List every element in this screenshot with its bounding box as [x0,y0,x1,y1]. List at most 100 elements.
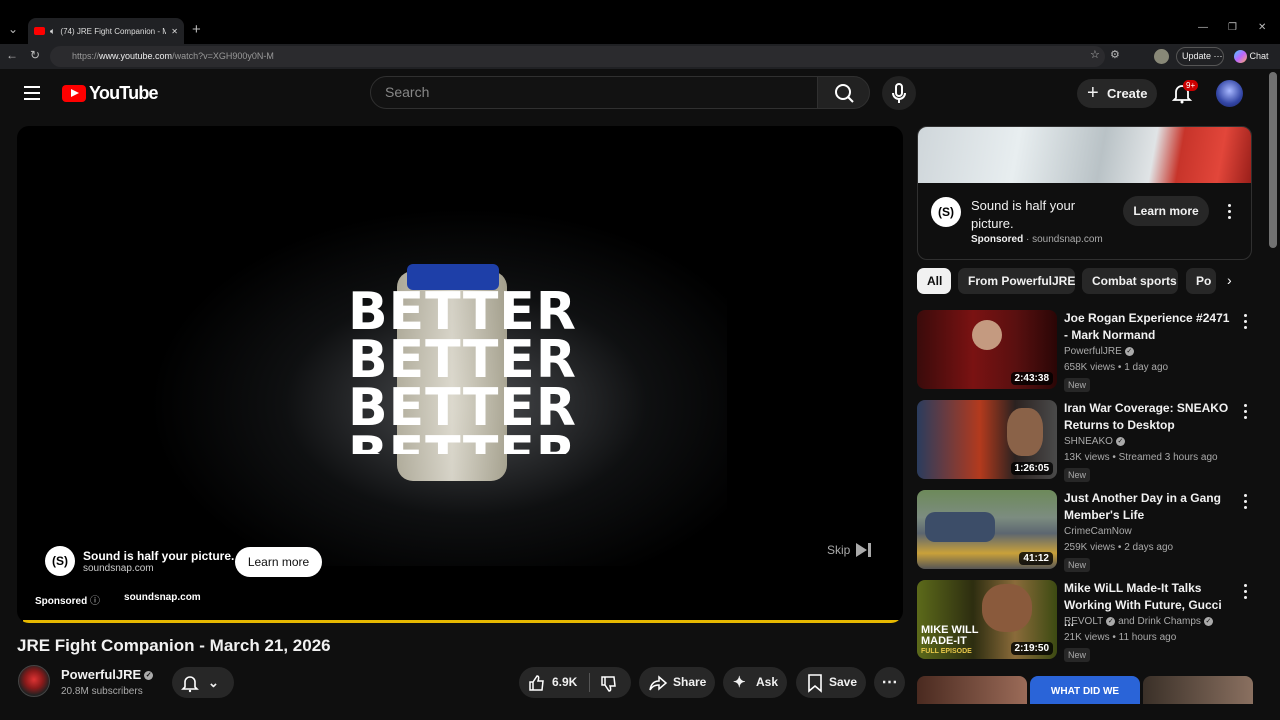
address-bar[interactable]: https://www.youtube.com/watch?v=XGH900y0… [50,46,1105,67]
menu-icon[interactable] [24,86,40,100]
sponsored-domain[interactable]: soundsnap.com [124,592,201,607]
thumbs-down-icon[interactable] [599,674,619,694]
more-horizontal-icon: ⋯ [881,674,898,691]
verified-icon: ✓ [1106,616,1116,626]
car-graphic [925,512,995,542]
skip-next-icon [856,543,872,557]
youtube-logo[interactable]: YouTube [62,83,159,104]
search-placeholder: Search [385,84,430,100]
reload-icon[interactable]: ↻ [30,48,40,62]
more-vertical-icon[interactable] [1244,494,1248,509]
channel-name[interactable]: REVOLT ✓ and Drink Champs ✓ [1064,616,1213,627]
recommendation-item[interactable]: 2:43:38 Joe Rogan Experience #2471 - Mar… [917,310,1257,392]
subscribe-notification-button[interactable]: ⌄ [172,667,234,698]
video-meta: 259K views • 2 days ago [1064,542,1174,553]
video-thumbnail[interactable]: 2:43:38 [917,310,1057,389]
channel-name[interactable]: PowerfulJRE ✓ [1064,346,1134,357]
chip-all[interactable]: All [917,268,951,294]
video-title: Joe Rogan Experience #2471 - Mark Norman… [1064,311,1230,342]
shorts-thumbnail[interactable] [1143,676,1253,704]
search-button[interactable] [817,76,870,109]
ad-progress-bar[interactable] [23,620,901,623]
recommendation-item[interactable]: MIKE WILL MADE-IT FULL EPISODE 2:19:50 M… [917,580,1257,662]
sidebar-ad-card[interactable]: (S) Sound is half your picture. Sponsore… [917,126,1252,260]
channel-name[interactable]: PowerfulJRE ✓ [61,667,154,682]
thumbs-up-icon[interactable] [527,673,547,693]
recommendation-item[interactable]: 1:26:05 Iran War Coverage: SNEAKO Return… [917,400,1257,482]
ad-domain: soundsnap.com [83,562,154,574]
update-label: Update [1182,51,1212,61]
shorts-thumbnail[interactable] [917,676,1027,704]
more-vertical-icon[interactable] [1244,314,1248,329]
copilot-chat-button[interactable]: Chat [1234,48,1269,65]
close-tab-icon[interactable]: ✕ [171,27,178,36]
ask-button[interactable]: ✦ Ask [723,667,787,698]
account-avatar[interactable] [1216,80,1243,107]
more-vertical-icon[interactable] [1244,584,1248,599]
like-count[interactable]: 6.9K [552,667,577,698]
extensions-icon[interactable]: ⚙ [1110,48,1120,61]
ad-sponsored-line: Sponsored · soundsnap.com [971,234,1103,245]
overlay-word: BETTER [348,384,577,432]
bottle-cap-graphic [407,264,499,290]
minimize-icon[interactable]: — [1198,22,1208,33]
video-thumbnail[interactable]: 41:12 [917,490,1057,569]
info-icon[interactable]: ⓘ [90,596,100,607]
profile-icon[interactable] [1154,49,1169,64]
ad-learn-more-button[interactable]: Learn more [1123,196,1209,226]
thumbnail-text: MIKE WILL MADE-IT [921,624,979,647]
url-prefix: https:// [72,51,100,61]
video-meta: 658K views • 1 day ago [1064,362,1169,373]
skip-ad-button[interactable]: Skip [827,543,872,557]
chip-combat-sports[interactable]: Combat sports [1082,268,1178,294]
person-graphic [1007,408,1043,456]
overlay-text-block: BETTER BETTER BETTER BETTER [348,288,578,454]
update-button[interactable]: Update ⋯ [1176,47,1224,66]
video-thumbnail[interactable]: MIKE WILL MADE-IT FULL EPISODE 2:19:50 [917,580,1057,659]
new-tab-icon[interactable]: + [192,21,201,38]
shorts-thumbnail[interactable]: WHAT DID WE [1030,676,1140,704]
new-badge: New [1064,378,1091,392]
advertiser-logo: (S) [45,546,75,576]
share-label: Share [673,675,707,689]
speaker-icon[interactable]: 🔈︎ [50,26,55,37]
ad-info[interactable]: (S) Sound is half your picture. soundsna… [45,546,234,576]
more-actions-button[interactable]: ⋯ [874,667,905,698]
notification-count-badge: 9+ [1183,80,1199,91]
create-button[interactable]: + Create [1077,79,1157,108]
verified-icon: ✓ [144,671,154,681]
advertiser-logo: (S) [931,197,961,227]
back-icon[interactable]: ← [6,48,18,62]
more-vertical-icon[interactable] [1244,404,1248,419]
chip-from-powerfuljre[interactable]: From PowerfulJRE [958,268,1075,294]
overlay-word: BETTER [348,432,578,454]
copilot-icon [1234,50,1247,64]
browser-tab[interactable]: 🔈︎ (74) JRE Fight Companion - M ✕ [28,18,184,44]
channel-name[interactable]: CrimeCamNow [1064,526,1132,537]
voice-search-button[interactable] [882,76,916,110]
chevron-right-icon[interactable]: › [1227,272,1232,288]
youtube-favicon-icon [34,27,45,35]
search-input[interactable]: Search [370,76,818,109]
video-thumbnail[interactable]: 1:26:05 [917,400,1057,479]
chip-partial[interactable]: Po [1186,268,1216,294]
tab-list-icon[interactable]: ⌄ [6,22,20,36]
recommendation-item[interactable]: 41:12 Just Another Day in a Gang Member'… [917,490,1257,572]
video-player[interactable]: BETTER BETTER BETTER BETTER (S) Sound is… [17,126,903,623]
search-icon [835,84,854,103]
favorite-icon[interactable]: ☆ [1090,48,1100,61]
save-button[interactable]: Save [796,667,866,698]
thumbnail-subtext: FULL EPISODE [921,648,972,655]
thumbnail-text: WHAT DID WE [1050,686,1120,697]
video-duration: 2:19:50 [1010,642,1053,655]
close-window-icon[interactable]: ✕ [1258,22,1266,33]
video-meta: 21K views • 11 hours ago [1064,632,1177,643]
channel-avatar[interactable] [18,665,50,697]
video-title: JRE Fight Companion - March 21, 2026 [17,636,331,655]
share-button[interactable]: Share [639,667,715,698]
page-scrollbar[interactable] [1269,72,1277,248]
restore-icon[interactable]: ❐ [1228,22,1237,33]
more-vertical-icon[interactable] [1228,204,1232,219]
ad-learn-more-button[interactable]: Learn more [235,547,322,577]
channel-name[interactable]: SHNEAKO ✓ [1064,436,1125,447]
